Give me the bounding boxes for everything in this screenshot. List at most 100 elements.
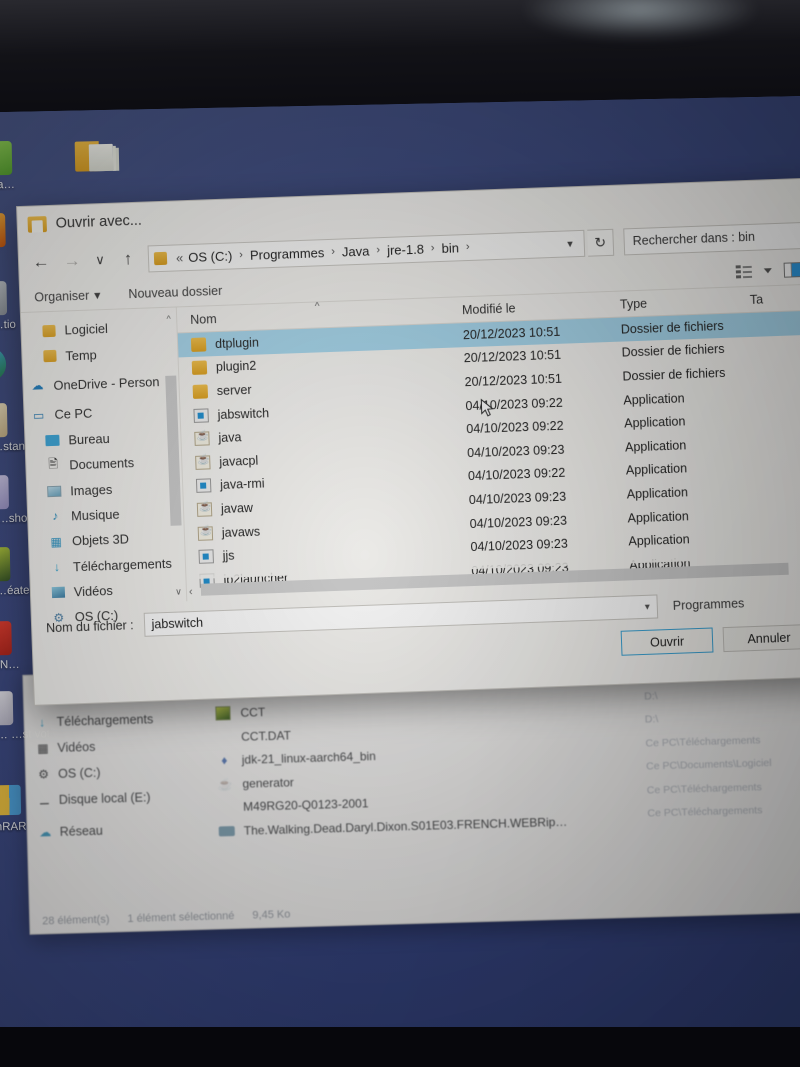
file-type-filter[interactable]: Programmes (668, 594, 800, 613)
java-icon: ☕ (217, 776, 233, 792)
breadcrumb-item-java[interactable]: Java (340, 243, 372, 259)
filename-input[interactable]: jabswitch ▾ (143, 594, 659, 637)
bg-file-name: The.Walking.Dead.Daryl.Dixon.S01E03.FREN… (243, 814, 568, 838)
file-modified: 20/12/2023 10:51 (463, 348, 562, 366)
folder-icon (40, 323, 57, 339)
new-folder-button[interactable]: Nouveau dossier (128, 283, 222, 300)
browser-app-icon (0, 346, 9, 383)
file-type: Application (626, 485, 689, 502)
bg-path: Ce PC\Téléchargements (647, 804, 763, 820)
back-button[interactable]: ← (27, 249, 56, 276)
bg-file-name: jdk-21_linux-aarch64_bin (241, 749, 377, 768)
file-name: plugin2 (215, 359, 257, 375)
bezel-reflection (520, 0, 760, 40)
organize-button[interactable]: Organiser ▾ (34, 287, 101, 304)
documents-icon: 🖹 (48, 456, 59, 472)
tree-item-onedrive[interactable]: ☁ OneDrive - Person (29, 368, 179, 399)
tree-label: Temp (65, 346, 97, 364)
cancel-button[interactable]: Annuler (722, 623, 800, 653)
folder-icon (192, 384, 209, 399)
tree-item-temp[interactable]: Temp (28, 339, 178, 370)
bg-nav-item[interactable]: ⚊ Disque local (E:) (36, 783, 207, 814)
preview-pane-icon[interactable] (783, 262, 800, 278)
refresh-icon[interactable]: ↻ (587, 228, 615, 257)
tree-label: OS (C:) (74, 608, 119, 625)
file-name: java-rmi (219, 476, 265, 493)
list-view-icon[interactable] (735, 264, 753, 279)
tree-label: Vidéos (73, 583, 114, 600)
tree-item-os-c[interactable]: ⚙ OS (C:) (37, 601, 187, 632)
folder-icon (41, 348, 58, 364)
file-type: Application (624, 438, 687, 455)
breadcrumb-overflow[interactable]: « (174, 250, 187, 265)
3d-objects-icon: ▦ (50, 534, 63, 549)
breadcrumb-separator[interactable]: › (234, 249, 248, 261)
scroll-down-icon[interactable]: ∨ (173, 586, 184, 599)
network-icon: ☁ (39, 825, 52, 840)
screen-bottom-edge (0, 1027, 800, 1067)
desktop-icon-folder-documents[interactable] (43, 137, 148, 178)
picture-app-icon (0, 212, 9, 249)
navigation-tree: Logiciel Temp ☁ OneDrive - Person ▭ Ce PC … (20, 307, 188, 625)
videos-icon: ▦ (37, 741, 49, 756)
file-name: jabswitch (217, 405, 270, 422)
open-button[interactable]: Ouvrir (620, 627, 714, 656)
java-icon (197, 525, 214, 541)
chevron-down-icon[interactable] (763, 268, 772, 274)
breadcrumb-separator[interactable]: › (326, 246, 340, 258)
search-input[interactable]: Rechercher dans : bin (623, 221, 800, 255)
downloads-icon: ↓ (53, 560, 61, 575)
breadcrumb-separator[interactable]: › (461, 241, 475, 253)
breadcrumb-separator[interactable]: › (426, 242, 440, 254)
file-type: Dossier de fichiers (620, 318, 724, 337)
background-status-bar: 28 élément(s) 1 élément sélectionné 9,45… (42, 909, 290, 928)
breadcrumb-item-bin[interactable]: bin (439, 240, 461, 256)
breadcrumb-item-jre[interactable]: jre-1.8 (385, 241, 426, 257)
chevron-down-icon[interactable]: ▾ (645, 601, 650, 612)
file-name: javaws (221, 524, 261, 540)
drive-icon: ⚙ (53, 610, 65, 626)
column-header-name[interactable]: Nom ^ (177, 301, 462, 327)
bg-nav-label: Disque local (E:) (58, 790, 151, 807)
file-name: javacpl (219, 453, 259, 469)
app-icon (0, 280, 10, 317)
recent-locations-button[interactable]: ∨ (89, 247, 112, 274)
tree-label: Logiciel (64, 321, 109, 338)
file-modified: 04/10/2023 09:23 (468, 489, 567, 508)
folder-icon (191, 360, 208, 376)
column-header-modified[interactable]: Modifié le (462, 297, 620, 317)
blank-icon (217, 799, 234, 816)
bg-file-name: CCT.DAT (240, 728, 292, 744)
desktop-icon-label: d… a… (0, 178, 16, 192)
scroll-up-icon[interactable]: ^ (163, 314, 174, 327)
file-modified: 04/10/2023 09:23 (469, 513, 568, 531)
photographed-screen: d… a… …ho …tio …l Par …stant …Movav …sho… (0, 0, 800, 1067)
column-header-type[interactable]: Type (620, 292, 750, 311)
papystreaming-icon (0, 690, 16, 727)
tree-label: Objets 3D (71, 531, 130, 549)
breadcrumb-item-os[interactable]: OS (C:) (186, 248, 235, 265)
organize-label: Organiser (34, 288, 90, 305)
pictures-icon (46, 483, 63, 499)
background-path-column: Ce PC\Téléchargements\RTo_2017_… D:\ D:\… (643, 662, 800, 831)
forward-button[interactable]: → (58, 248, 87, 275)
scroll-left-icon[interactable]: ‹ (189, 586, 193, 598)
bg-nav-label: Téléchargements (56, 712, 154, 729)
winrar-icon (0, 782, 24, 819)
file-type: Application (627, 508, 689, 526)
chevron-down-icon[interactable]: ▾ (560, 237, 580, 251)
selection-size: 9,45 Ko (252, 908, 291, 922)
bg-nav-item[interactable]: ☁ Réseau (37, 815, 208, 846)
breadcrumb-separator[interactable]: › (371, 244, 385, 256)
folder-icon (27, 216, 47, 233)
desktop-icon-1[interactable]: d… a… (0, 139, 48, 192)
tree-label: Ce PC (54, 405, 93, 423)
tree-label: OneDrive - Person (53, 374, 160, 393)
breadcrumb-item-programmes[interactable]: Programmes (248, 245, 327, 263)
open-with-dialog[interactable]: Ouvrir avec... ← → ∨ ↑ « OS (C:) › Progr… (16, 177, 800, 706)
column-header-size[interactable]: Ta (750, 290, 800, 306)
generic-app-icon (0, 140, 15, 177)
tree-label: Images (69, 481, 113, 498)
up-button[interactable]: ↑ (114, 246, 143, 273)
music-icon: ♪ (51, 509, 59, 524)
